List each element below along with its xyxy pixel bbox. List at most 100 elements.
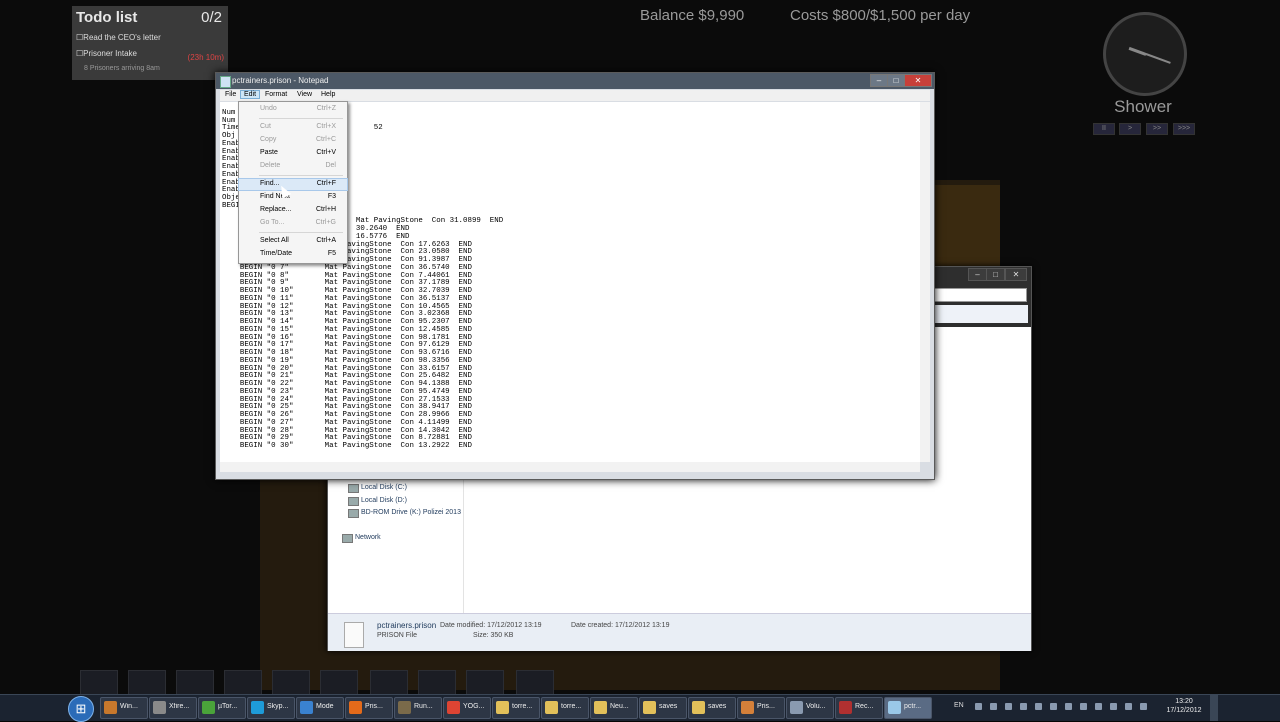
menu-item-undo[interactable]: Undo Ctrl+Z	[239, 104, 347, 115]
taskbar-button-label: saves	[708, 703, 727, 710]
details-file-type: PRISON File	[377, 632, 418, 639]
taskbar-button[interactable]: Run...	[394, 697, 442, 719]
tool-button-8[interactable]	[418, 670, 456, 696]
notepad-maximize-button[interactable]: □	[887, 74, 905, 87]
notepad-titlebar[interactable]: pctrainers.prison - Notepad – □ ✕	[216, 73, 934, 89]
menu-edit[interactable]: Edit	[240, 90, 261, 99]
costs-label: Costs $800/$1,500 per day	[790, 7, 971, 24]
clock-hand-hour	[1128, 46, 1147, 56]
taskbar-button[interactable]: saves	[688, 697, 736, 719]
tray-icon[interactable]	[1020, 703, 1027, 710]
taskbar-button[interactable]: Win...	[100, 697, 148, 719]
pause-button[interactable]: II	[1093, 123, 1115, 135]
tray-icon[interactable]	[1140, 703, 1147, 710]
app-icon	[202, 701, 215, 714]
menu-item-paste[interactable]: Paste Ctrl+V	[239, 148, 347, 159]
speed-fast-button[interactable]: >>	[1146, 123, 1168, 135]
taskbar-button[interactable]: Volu...	[786, 697, 834, 719]
app-icon	[496, 701, 509, 714]
tray-clock-date[interactable]: 17/12/2012	[1160, 707, 1208, 714]
tray-icon[interactable]	[1080, 703, 1087, 710]
show-desktop-button[interactable]	[1210, 695, 1218, 721]
app-icon	[153, 701, 166, 714]
menu-item-find-next[interactable]: Find Next F3	[239, 192, 347, 203]
explorer-view-toolbar[interactable]	[930, 305, 1028, 323]
explorer-search-input[interactable]	[929, 288, 1027, 302]
menu-item-time-date[interactable]: Time/Date F5	[239, 249, 347, 260]
menu-item-replace[interactable]: Replace... Ctrl+H	[239, 205, 347, 216]
tool-button-2[interactable]	[128, 670, 166, 696]
edit-dropdown-menu: Undo Ctrl+Z Cut Ctrl+X Copy Ctrl+C Paste Ctr…	[238, 101, 348, 264]
nav-item-bd-rom[interactable]: BD-ROM Drive (K:) Polizei 2013	[361, 509, 461, 516]
tool-button-4[interactable]	[224, 670, 262, 696]
menu-item-cut[interactable]: Cut Ctrl+X	[239, 122, 347, 133]
taskbar-button[interactable]: pctr...	[884, 697, 932, 719]
notepad-minimize-button[interactable]: –	[870, 74, 888, 87]
menu-item-find[interactable]: Find... Ctrl+F	[238, 178, 348, 191]
tool-button-5[interactable]	[272, 670, 310, 696]
nav-item-local-disk-d[interactable]: Local Disk (D:)	[361, 497, 407, 504]
menu-view[interactable]: View	[294, 91, 315, 98]
network-icon	[342, 534, 353, 543]
menu-item-delete[interactable]: Delete Del	[239, 161, 347, 172]
menu-file[interactable]: File	[222, 91, 239, 98]
explorer-minimize-button[interactable]: –	[968, 268, 987, 281]
speed-fastest-button[interactable]: >>>	[1173, 123, 1195, 135]
tray-icon[interactable]	[990, 703, 997, 710]
tray-icon[interactable]	[1035, 703, 1042, 710]
tray-icon[interactable]	[1050, 703, 1057, 710]
disc-drive-icon	[348, 509, 359, 518]
taskbar-button[interactable]: µTor...	[198, 697, 246, 719]
menu-item-go-to[interactable]: Go To... Ctrl+G	[239, 218, 347, 229]
menu-help[interactable]: Help	[318, 91, 338, 98]
taskbar-button[interactable]: YOG...	[443, 697, 491, 719]
taskbar-button-label: YOG...	[463, 703, 485, 710]
taskbar-button[interactable]: saves	[639, 697, 687, 719]
tray-icon[interactable]	[1125, 703, 1132, 710]
menu-item-select-all[interactable]: Select All Ctrl+A	[239, 236, 347, 247]
taskbar-button-label: saves	[659, 703, 678, 710]
menu-separator	[259, 118, 343, 119]
tool-button-7[interactable]	[370, 670, 408, 696]
taskbar-button[interactable]: Xfire...	[149, 697, 197, 719]
todo-item-prisoner-intake[interactable]: ☐Prisoner Intake	[76, 49, 137, 58]
tray-icon[interactable]	[1005, 703, 1012, 710]
tray-language[interactable]: EN	[954, 702, 964, 709]
taskbar-button[interactable]: Pris...	[345, 697, 393, 719]
speed-normal-button[interactable]: >	[1119, 123, 1141, 135]
tray-icon[interactable]	[1065, 703, 1072, 710]
taskbar-button[interactable]: Pris...	[737, 697, 785, 719]
tool-button-9[interactable]	[466, 670, 504, 696]
tray-icon[interactable]	[1110, 703, 1117, 710]
tool-button-6[interactable]	[320, 670, 358, 696]
taskbar-button-label: pctr...	[904, 703, 922, 710]
taskbar-button-label: Xfire...	[169, 703, 190, 710]
app-icon	[839, 701, 852, 714]
tool-button-10[interactable]	[516, 670, 554, 696]
taskbar-button[interactable]: Neu...	[590, 697, 638, 719]
todo-list-panel: Todo list 0/2 ☐Read the CEO's letter ☐Pr…	[72, 6, 228, 80]
tray-icon[interactable]	[1095, 703, 1102, 710]
tray-clock-time[interactable]: 13:20	[1164, 698, 1204, 705]
menu-item-copy[interactable]: Copy Ctrl+C	[239, 135, 347, 146]
tray-icon[interactable]	[975, 703, 982, 710]
todo-item-ceo-letter[interactable]: ☐Read the CEO's letter	[76, 33, 161, 42]
taskbar-button[interactable]: Rec...	[835, 697, 883, 719]
taskbar-button[interactable]: torre...	[541, 697, 589, 719]
tool-button-3[interactable]	[176, 670, 214, 696]
notepad-vertical-scrollbar[interactable]	[920, 102, 930, 462]
tool-button-1[interactable]	[80, 670, 118, 696]
details-filename: pctrainers.prison	[377, 621, 437, 630]
taskbar-button[interactable]: Mode	[296, 697, 344, 719]
details-date-created: Date created: 17/12/2012 13:19	[571, 622, 670, 629]
menu-format[interactable]: Format	[262, 91, 290, 98]
taskbar-button[interactable]: torre...	[492, 697, 540, 719]
nav-item-network[interactable]: Network	[355, 534, 381, 541]
explorer-maximize-button[interactable]: □	[986, 268, 1005, 281]
taskbar-button[interactable]: Skyp...	[247, 697, 295, 719]
notepad-close-button[interactable]: ✕	[904, 74, 932, 87]
start-button[interactable]: ⊞	[68, 696, 94, 722]
nav-item-local-disk-c[interactable]: Local Disk (C:)	[361, 484, 407, 491]
notepad-horizontal-scrollbar[interactable]	[220, 462, 920, 472]
explorer-close-button[interactable]: ✕	[1005, 268, 1027, 281]
